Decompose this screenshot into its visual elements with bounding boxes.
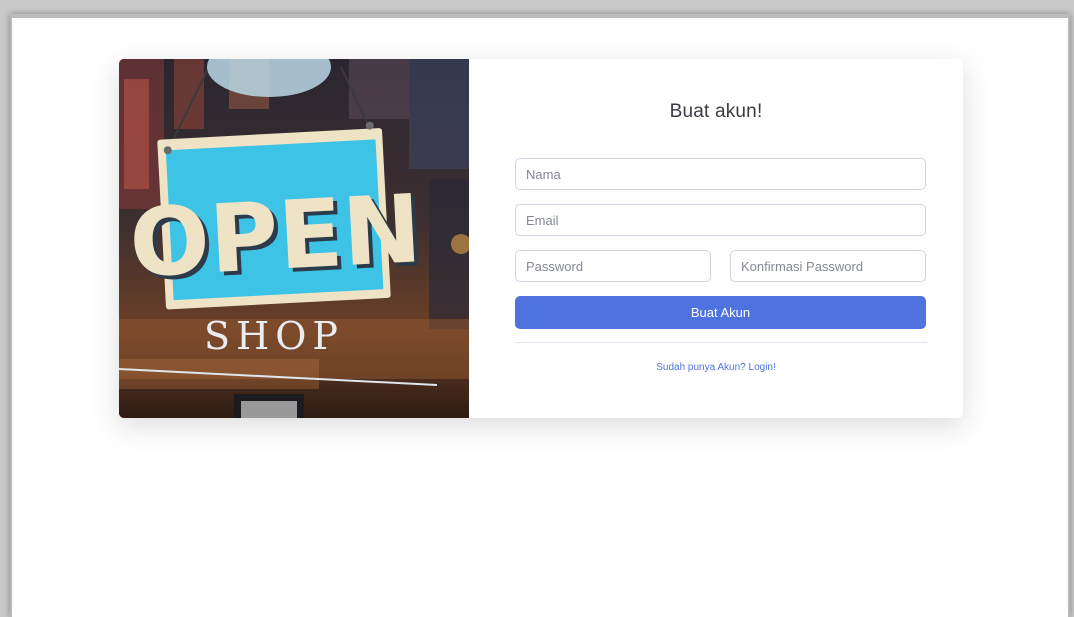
divider — [515, 342, 927, 343]
shop-open-sign-image: OPEN OPEN SHOP — [119, 59, 469, 418]
confirm-password-input[interactable] — [730, 250, 926, 282]
shop-text: SHOP — [204, 314, 344, 358]
name-input[interactable] — [515, 158, 926, 190]
create-account-button[interactable]: Buat Akun — [515, 296, 926, 329]
login-link[interactable]: Sudah punya Akun? Login! — [469, 362, 963, 373]
browser-viewport: OPEN OPEN SHOP Buat akun! Buat Akun S — [10, 14, 1070, 617]
register-form: Buat akun! Buat Akun Sudah punya Akun? L… — [469, 59, 963, 418]
email-input[interactable] — [515, 204, 926, 236]
open-sign-text: OPEN — [127, 175, 424, 299]
register-card: OPEN OPEN SHOP Buat akun! Buat Akun S — [119, 59, 963, 418]
password-input[interactable] — [515, 250, 711, 282]
open-sign-illustration: OPEN OPEN SHOP — [119, 59, 469, 418]
form-title: Buat akun! — [669, 101, 763, 122]
